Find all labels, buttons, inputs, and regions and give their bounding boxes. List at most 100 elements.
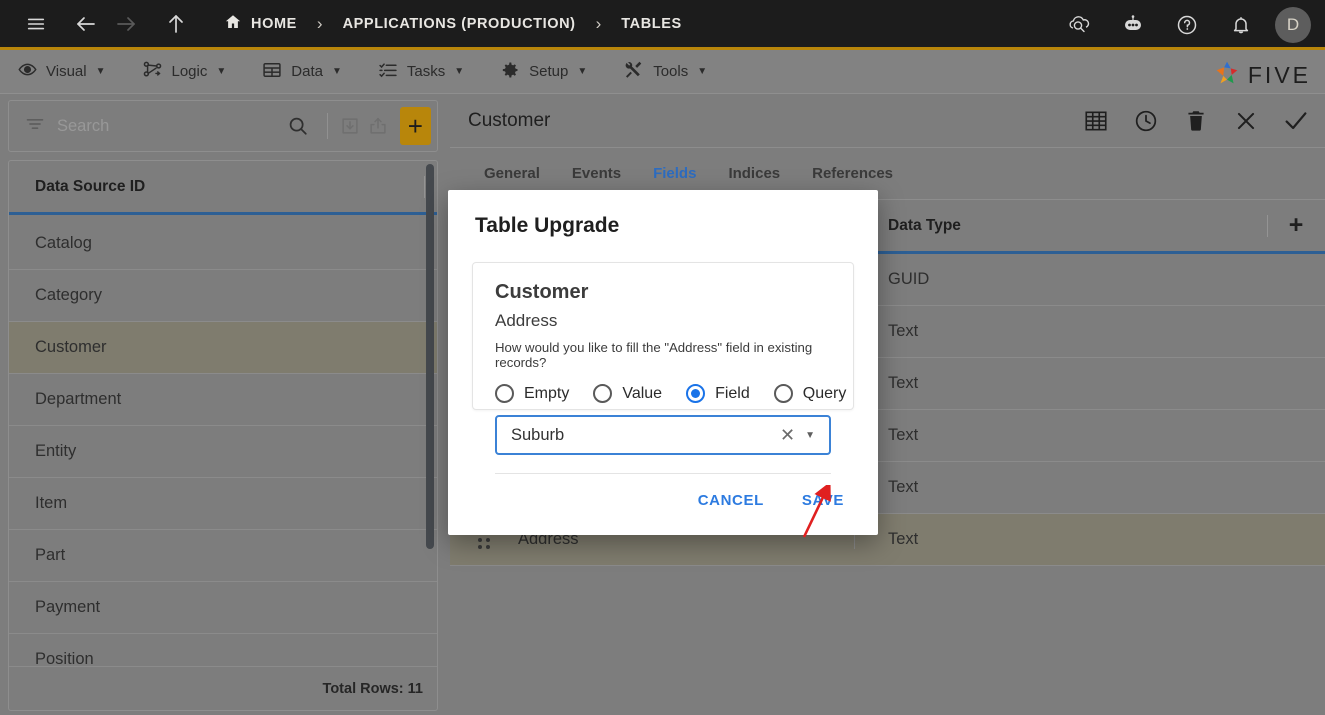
menu-item-setup[interactable]: Setup ▼ bbox=[482, 50, 605, 94]
list-item[interactable]: Catalog bbox=[9, 218, 437, 270]
annotation-arrow bbox=[790, 481, 850, 550]
up-arrow-icon[interactable] bbox=[156, 4, 196, 44]
tab-events[interactable]: Events bbox=[556, 165, 637, 182]
tab-references[interactable]: References bbox=[796, 165, 909, 182]
dialog-field-name: Address bbox=[495, 311, 558, 330]
sidebar-scrollbar[interactable] bbox=[426, 164, 434, 659]
breadcrumb-label-tables: TABLES bbox=[621, 15, 682, 32]
list-item[interactable]: Part bbox=[9, 530, 437, 582]
list-item[interactable]: Payment bbox=[9, 582, 437, 634]
hamburger-icon[interactable] bbox=[16, 4, 56, 44]
list-item[interactable]: Category bbox=[9, 270, 437, 322]
menu-item-visual[interactable]: Visual ▼ bbox=[0, 50, 124, 94]
bell-icon[interactable] bbox=[1221, 5, 1261, 45]
help-icon[interactable] bbox=[1167, 5, 1207, 45]
breadcrumb-item-applications[interactable]: APPLICATIONS (PRODUCTION) bbox=[337, 16, 582, 32]
chevron-down-icon: ▼ bbox=[577, 65, 588, 77]
list-item[interactable]: Position bbox=[9, 634, 437, 666]
radio-label-field: Field bbox=[715, 384, 750, 402]
menu-label-tasks: Tasks bbox=[406, 63, 446, 80]
radio-label-value: Value bbox=[622, 384, 663, 402]
breadcrumb-item-home[interactable]: HOME bbox=[218, 13, 303, 35]
menu-item-tools[interactable]: Tools ▼ bbox=[605, 50, 725, 94]
sidebar-panel: + Data Source ID Catalog Category Custom… bbox=[0, 94, 448, 715]
radio-option-empty[interactable]: Empty bbox=[495, 384, 569, 403]
forward-arrow-icon[interactable] bbox=[106, 4, 146, 44]
field-select[interactable]: Suburb ✕ ▼ bbox=[495, 415, 831, 455]
page-title: Customer bbox=[468, 109, 551, 131]
search-icon[interactable] bbox=[277, 115, 319, 137]
cell-data-type: Text bbox=[854, 530, 1267, 549]
import-icon[interactable] bbox=[336, 109, 364, 143]
list-item-label: Part bbox=[35, 546, 66, 564]
wrench-screwdriver-icon bbox=[623, 59, 644, 84]
radio-button-query[interactable] bbox=[773, 384, 793, 403]
chevron-down-icon: ▼ bbox=[697, 65, 708, 77]
menu-item-data[interactable]: Data ▼ bbox=[244, 50, 360, 94]
tab-fields[interactable]: Fields bbox=[637, 165, 712, 182]
list-item[interactable]: Item bbox=[9, 478, 437, 530]
column-header-data-type-label: Data Type bbox=[888, 216, 961, 234]
radio-option-value[interactable]: Value bbox=[593, 384, 662, 403]
list-item-selected[interactable]: Customer bbox=[9, 322, 437, 374]
menu-item-logic[interactable]: Logic ▼ bbox=[124, 50, 245, 94]
list-column-header[interactable]: Data Source ID bbox=[9, 161, 437, 215]
cell-data-type: GUID bbox=[854, 270, 1267, 289]
breadcrumb-label-applications: APPLICATIONS (PRODUCTION) bbox=[342, 15, 576, 32]
toolbar-divider bbox=[327, 113, 328, 139]
list-item[interactable]: Department bbox=[9, 374, 437, 426]
avatar[interactable]: D bbox=[1275, 7, 1311, 43]
clear-icon[interactable]: ✕ bbox=[770, 425, 805, 446]
radio-button-value[interactable] bbox=[593, 384, 613, 403]
chevron-down-icon: ▼ bbox=[454, 65, 465, 77]
checklist-icon bbox=[378, 60, 398, 84]
list-item-label: Category bbox=[35, 286, 102, 304]
cell-data-type: Text bbox=[854, 426, 1267, 445]
confirm-check-icon[interactable] bbox=[1281, 106, 1311, 136]
robot-icon[interactable] bbox=[1113, 5, 1153, 45]
filter-icon[interactable] bbox=[15, 114, 57, 139]
add-field-label: + bbox=[1288, 211, 1304, 239]
table-upgrade-dialog: Table Upgrade Customer Address How would… bbox=[448, 190, 878, 535]
column-header-data-type[interactable]: Data Type bbox=[854, 214, 1267, 237]
tab-indices[interactable]: Indices bbox=[712, 165, 796, 182]
chevron-down-icon: ▼ bbox=[95, 65, 106, 77]
delete-trash-icon[interactable] bbox=[1181, 106, 1211, 136]
data-source-list[interactable]: Catalog Category Customer Department Ent… bbox=[9, 218, 437, 666]
search-input[interactable] bbox=[57, 116, 277, 136]
chevron-down-icon[interactable]: ▼ bbox=[805, 430, 819, 441]
sidebar-scrollbar-thumb[interactable] bbox=[426, 164, 434, 549]
top-navigation-bar: HOME › APPLICATIONS (PRODUCTION) › TABLE… bbox=[0, 0, 1325, 50]
menu-item-tasks[interactable]: Tasks ▼ bbox=[360, 50, 482, 94]
back-arrow-icon[interactable] bbox=[66, 4, 106, 44]
logic-nodes-icon bbox=[142, 59, 163, 84]
radio-option-field[interactable]: Field bbox=[686, 384, 750, 403]
cloud-search-icon[interactable] bbox=[1059, 5, 1099, 45]
list-item-label: Item bbox=[35, 494, 68, 512]
cell-data-type: Text bbox=[854, 322, 1267, 341]
cancel-button[interactable]: CANCEL bbox=[688, 484, 774, 517]
radio-button-field[interactable] bbox=[686, 384, 706, 403]
add-field-button[interactable]: + bbox=[1267, 211, 1325, 240]
total-rows-label: Total Rows: 11 bbox=[322, 680, 423, 697]
dialog-title: Table Upgrade bbox=[475, 214, 620, 237]
topbar-right-group: D bbox=[1059, 0, 1311, 50]
close-x-icon[interactable] bbox=[1231, 106, 1261, 136]
export-icon[interactable] bbox=[364, 109, 392, 143]
table-view-icon[interactable] bbox=[1081, 106, 1111, 136]
column-resize-handle[interactable] bbox=[424, 175, 425, 198]
list-item-label: Payment bbox=[35, 598, 101, 616]
radio-button-empty[interactable] bbox=[495, 384, 514, 403]
avatar-initial: D bbox=[1286, 15, 1300, 34]
column-divider bbox=[1267, 214, 1268, 237]
tab-general[interactable]: General bbox=[468, 165, 556, 182]
eye-icon bbox=[18, 60, 37, 83]
add-button[interactable]: + bbox=[399, 107, 432, 145]
radio-option-query[interactable]: Query bbox=[773, 384, 846, 403]
breadcrumb-item-tables[interactable]: TABLES bbox=[615, 16, 688, 32]
list-item[interactable]: Entity bbox=[9, 426, 437, 478]
list-item-label: Department bbox=[35, 390, 122, 408]
menu-label-setup: Setup bbox=[529, 63, 569, 80]
history-clock-icon[interactable] bbox=[1131, 106, 1161, 136]
application-menu-bar: Visual ▼ Logic ▼ Data ▼ Tasks ▼ Setup ▼ … bbox=[0, 50, 1325, 94]
